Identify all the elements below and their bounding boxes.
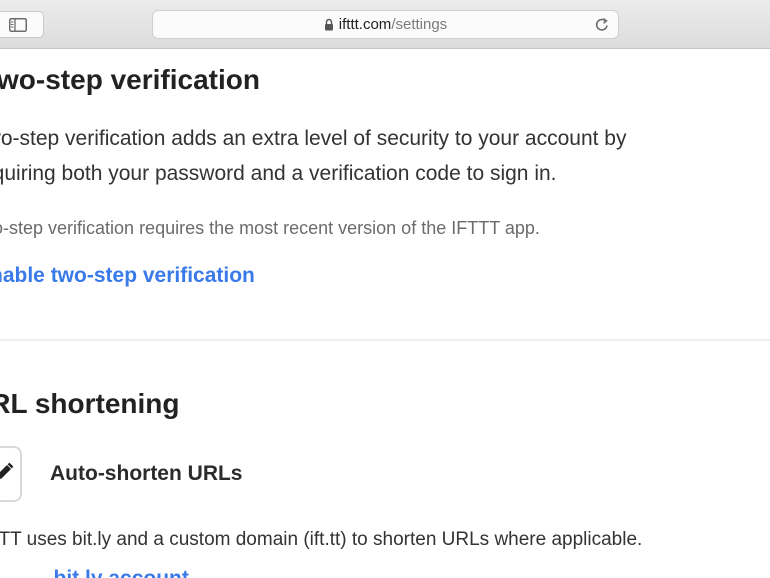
auto-shorten-label: Auto-shorten URLs <box>50 462 243 485</box>
two-step-note: Two-step verification requires the most … <box>0 218 540 238</box>
url-text: ifttt.com/settings <box>339 16 447 33</box>
lock-icon <box>324 18 333 31</box>
two-step-description: Two-step verification adds an extra leve… <box>0 121 770 191</box>
two-step-description-line2: requiring both your password and a verif… <box>0 162 557 185</box>
url-shortening-section: URL shortening <box>0 388 770 420</box>
enable-two-step-link[interactable]: Enable two-step verification <box>0 264 255 287</box>
auto-shorten-option[interactable]: Auto-shorten URLs <box>0 446 243 502</box>
pencil-icon <box>0 462 14 479</box>
page-content: Two-step verification Two-step verificat… <box>0 49 770 578</box>
partial-link-wrap: ...bit.ly account... <box>36 567 770 578</box>
url-shortening-description-wrap: IFTTT uses bit.ly and a custom domain (i… <box>0 522 770 557</box>
url-domain: ifttt.com <box>338 16 392 33</box>
sidebar-toggle-button[interactable] <box>0 11 44 38</box>
address-bar[interactable]: ifttt.com/settings <box>152 10 619 39</box>
section-divider <box>0 339 770 341</box>
two-step-description-line1: Two-step verification adds an extra leve… <box>0 127 627 150</box>
reload-icon[interactable] <box>594 16 610 33</box>
two-step-note-wrap: Two-step verification requires the most … <box>0 218 770 239</box>
enable-link-wrap: Enable two-step verification <box>0 264 770 288</box>
sidebar-icon <box>9 18 27 32</box>
bitly-account-link[interactable]: ...bit.ly account... <box>36 567 206 578</box>
auto-shorten-toggle[interactable] <box>0 446 22 502</box>
url-shortening-heading: URL shortening <box>0 388 180 419</box>
browser-toolbar: ifttt.com/settings <box>0 0 770 49</box>
url-path: /settings <box>391 16 448 33</box>
two-step-heading: Two-step verification <box>0 64 260 95</box>
two-step-section: Two-step verification <box>0 64 770 96</box>
url-shortening-description: IFTTT uses bit.ly and a custom domain (i… <box>0 529 643 550</box>
